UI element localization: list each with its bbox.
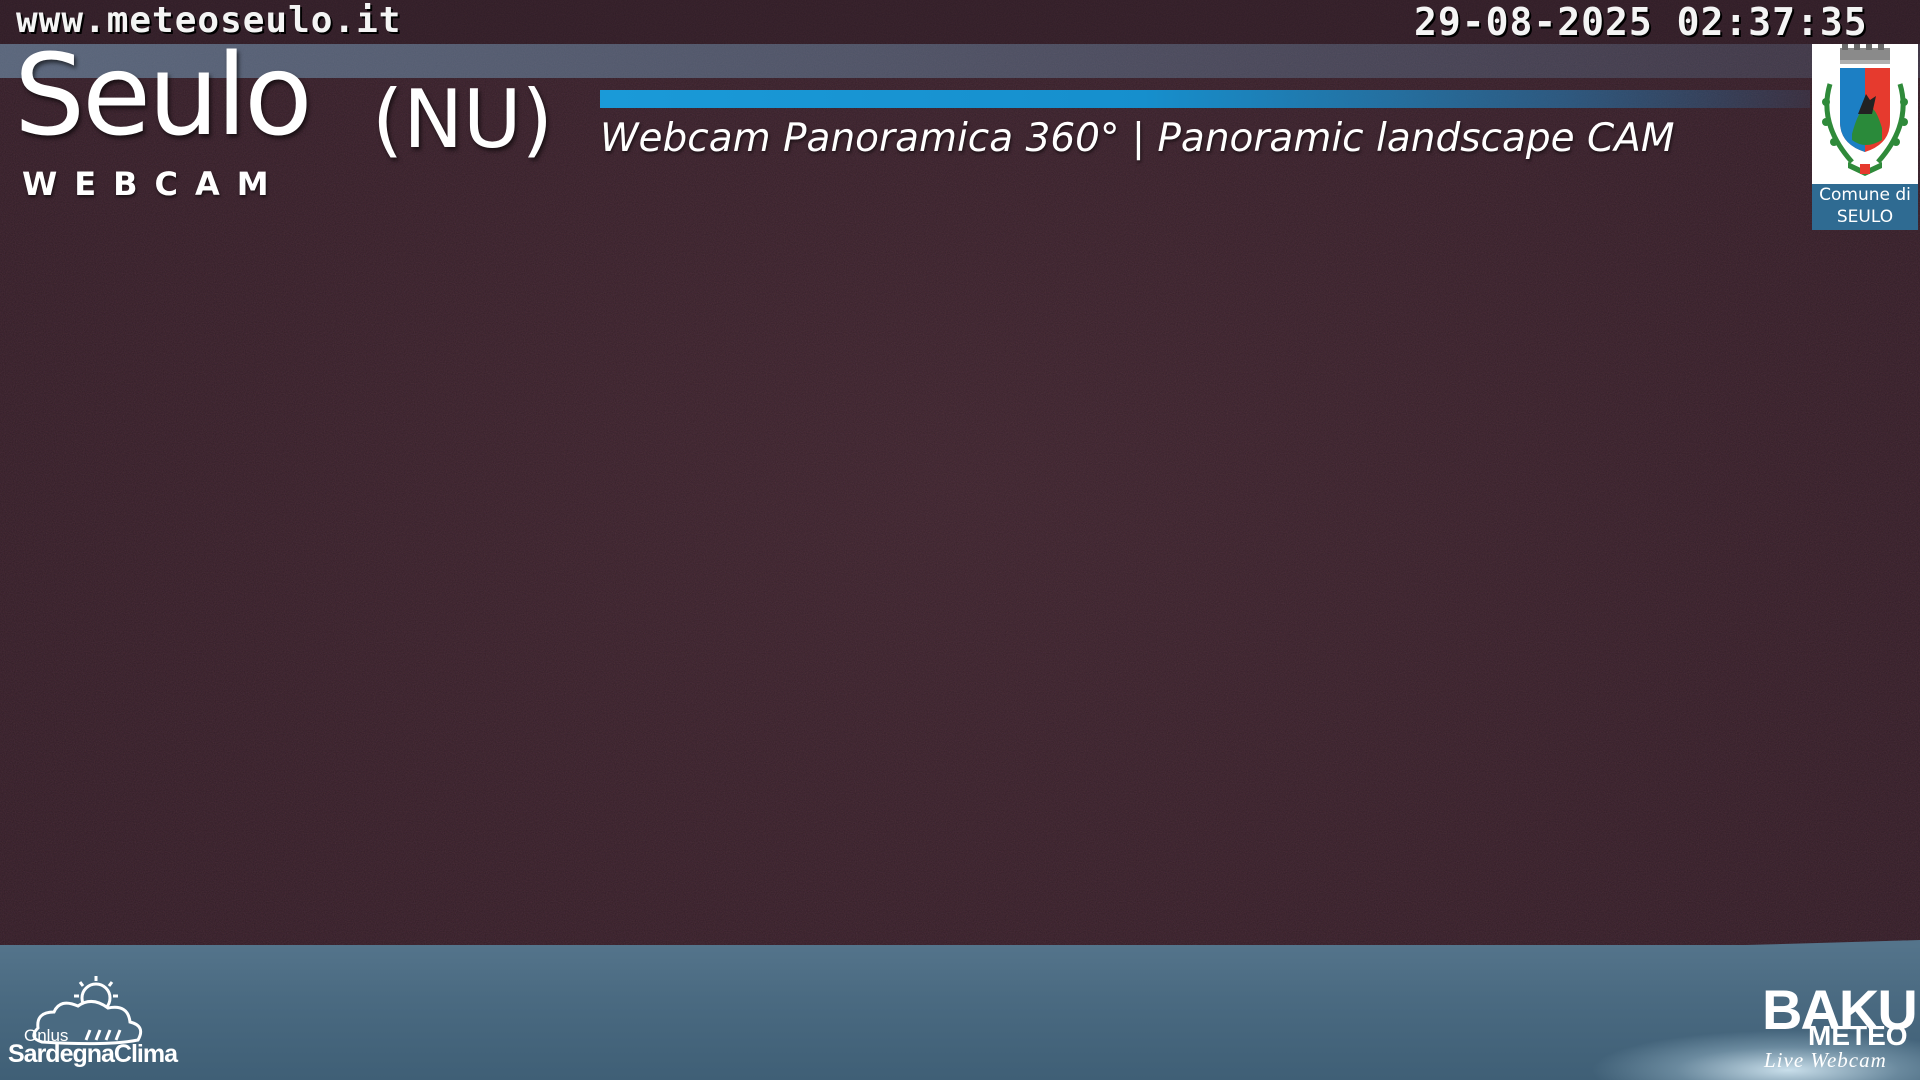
sardegnaclima-name: SardegnaClima	[8, 1040, 178, 1068]
bakumeteo-sub: METEO	[1808, 1020, 1908, 1051]
coat-of-arms: Comune di SEULO	[1812, 44, 1918, 230]
accent-bar	[600, 90, 1810, 108]
bakumeteo-tagline: Live Webcam	[1764, 1048, 1887, 1072]
webcam-subtitle: Webcam Panoramica 360° | Panoramic lands…	[600, 116, 1675, 161]
province-code: (NU)	[372, 73, 553, 166]
crest-caption: Comune di SEULO	[1812, 184, 1918, 230]
crest-caption-line1: Comune di	[1819, 185, 1911, 205]
webcam-label: WEBCAM	[22, 165, 286, 203]
crest-icon	[1822, 44, 1908, 176]
timestamp: 29-08-2025 02:37:35	[1414, 0, 1868, 44]
image-noise	[0, 0, 1920, 1080]
crest-caption-line2: SEULO	[1836, 207, 1894, 227]
town-name: Seulo	[14, 31, 313, 161]
